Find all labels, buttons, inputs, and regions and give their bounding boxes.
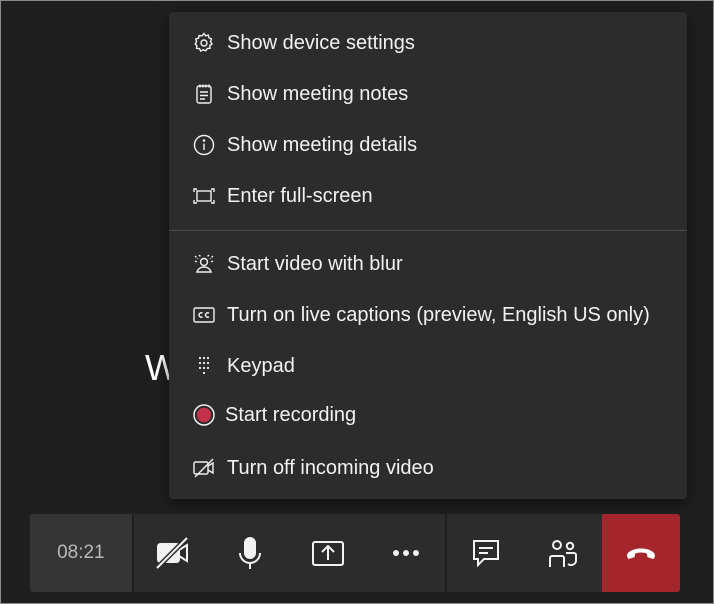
menu-item-label: Show meeting details [227, 133, 418, 156]
more-actions-button[interactable] [367, 514, 445, 592]
more-icon [392, 550, 419, 556]
cc-icon [191, 302, 217, 328]
menu-item-start-recording[interactable]: Start recording [169, 391, 687, 439]
info-icon [191, 132, 217, 158]
microphone-icon [239, 537, 262, 569]
menu-item-incoming-video-off[interactable]: Turn off incoming video [169, 444, 687, 492]
menu-item-label: Keypad [227, 354, 295, 377]
share-screen-icon [312, 541, 345, 566]
menu-item-label: Show device settings [227, 31, 415, 54]
hang-up-button[interactable] [602, 514, 680, 592]
menu-item-device-settings[interactable]: Show device settings [169, 19, 687, 67]
hang-up-icon [627, 548, 656, 559]
menu-item-live-captions[interactable]: Turn on live captions (preview, English … [169, 291, 687, 339]
menu-item-full-screen[interactable]: Enter full-screen [169, 172, 687, 220]
participants-button[interactable] [525, 514, 603, 592]
fullscreen-icon [191, 183, 217, 209]
people-icon [549, 540, 578, 567]
menu-divider [169, 230, 687, 231]
menu-item-label: Turn on live captions (preview, English … [227, 303, 650, 326]
menu-item-meeting-notes[interactable]: Show meeting notes [169, 70, 687, 118]
chat-icon [472, 540, 499, 568]
video-off-icon [191, 455, 217, 481]
menu-item-meeting-details[interactable]: Show meeting details [169, 121, 687, 169]
microphone-button[interactable] [211, 514, 289, 592]
menu-item-label: Start recording [225, 403, 357, 426]
chat-button[interactable] [447, 514, 525, 592]
menu-item-label: Show meeting notes [227, 82, 409, 105]
record-icon [191, 402, 217, 428]
menu-item-keypad[interactable]: Keypad [169, 342, 687, 390]
camera-toggle-button[interactable] [134, 514, 212, 592]
menu-item-label: Start video with blur [227, 252, 403, 275]
blur-icon [191, 251, 217, 277]
gear-icon [191, 30, 217, 56]
keypad-icon [191, 353, 217, 379]
meeting-window: W Show device settings Show meeting note… [0, 0, 714, 604]
call-controls-bar: 08:21 [30, 514, 680, 592]
notes-icon [191, 81, 217, 107]
more-actions-menu: Show device settings Show meeting notes … [169, 12, 687, 499]
call-timer: 08:21 [30, 514, 134, 592]
menu-item-label: Enter full-screen [227, 184, 373, 207]
menu-item-video-blur[interactable]: Start video with blur [169, 240, 687, 288]
camera-off-icon [154, 536, 189, 570]
menu-item-label: Turn off incoming video [227, 456, 434, 479]
share-screen-button[interactable] [289, 514, 367, 592]
